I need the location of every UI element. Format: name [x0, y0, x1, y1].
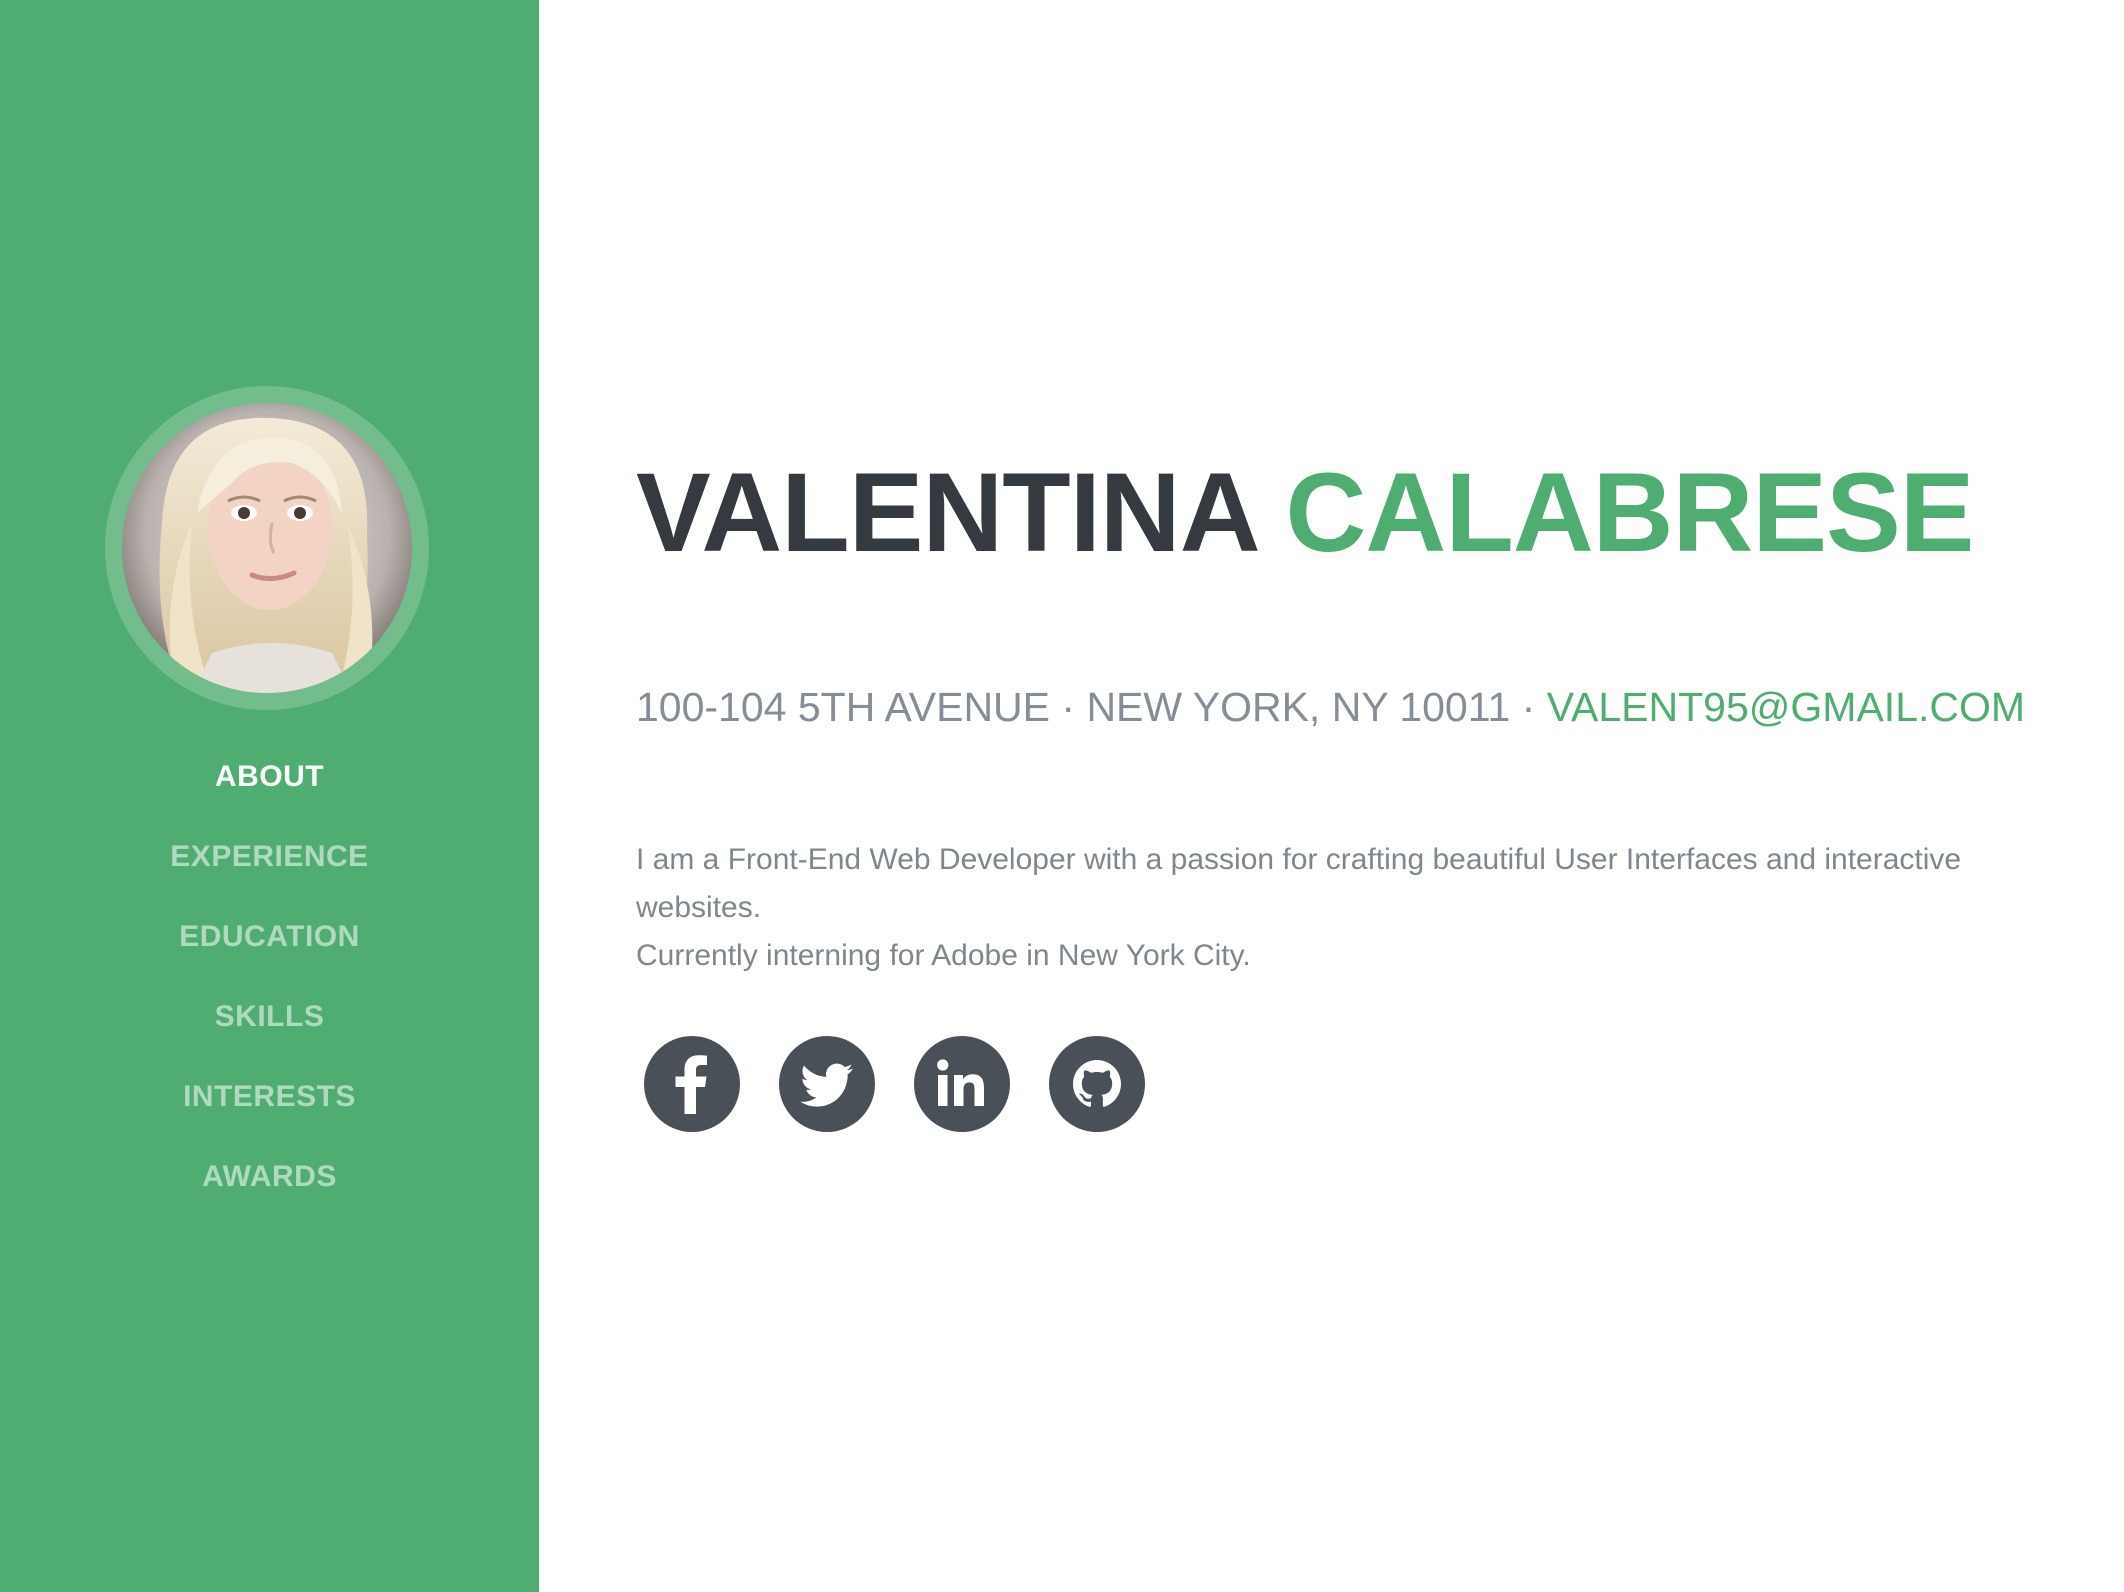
nav-item-education: EDUCATION: [0, 912, 539, 992]
nav-item-about: ABOUT: [0, 752, 539, 832]
about-section: VALENTINA CALABRESE 100-104 5TH AVENUE ·…: [636, 0, 2076, 1592]
nav-item-interests: INTERESTS: [0, 1072, 539, 1152]
avatar: [122, 403, 412, 693]
address: 100-104 5TH AVENUE · NEW YORK, NY 10011 …: [636, 684, 1547, 730]
bio: I am a Front-End Web Developer with a pa…: [636, 836, 2066, 980]
nav-link-experience[interactable]: EXPERIENCE: [170, 832, 368, 882]
facebook-icon: [675, 1055, 707, 1114]
github-icon: [1073, 1060, 1121, 1107]
facebook-button[interactable]: [644, 1036, 740, 1132]
nav-link-interests[interactable]: INTERESTS: [183, 1072, 356, 1122]
sidebar-nav: ABOUT EXPERIENCE EDUCATION SKILLS INTERE…: [0, 752, 539, 1232]
nav-item-awards: AWARDS: [0, 1152, 539, 1232]
twitter-icon: [800, 1063, 853, 1107]
nav-item-skills: SKILLS: [0, 992, 539, 1072]
last-name: CALABRESE: [1285, 450, 1975, 575]
email-link[interactable]: VALENT95@GMAIL.COM: [1547, 684, 2025, 730]
bio-line-1: I am a Front-End Web Developer with a pa…: [636, 843, 1962, 924]
nav-link-skills[interactable]: SKILLS: [215, 992, 325, 1042]
first-name: VALENTINA: [636, 450, 1256, 575]
bio-line-2: Currently interning for Adobe in New Yor…: [636, 939, 1251, 972]
twitter-button[interactable]: [779, 1036, 875, 1132]
linkedin-button[interactable]: [914, 1036, 1010, 1132]
avatar-frame: [105, 386, 429, 710]
page: ABOUT EXPERIENCE EDUCATION SKILLS INTERE…: [0, 0, 2124, 1592]
nav-link-awards[interactable]: AWARDS: [202, 1152, 337, 1202]
profile-photo: [122, 403, 412, 693]
sidebar: ABOUT EXPERIENCE EDUCATION SKILLS INTERE…: [0, 0, 539, 1592]
nav-item-experience: EXPERIENCE: [0, 832, 539, 912]
linkedin-icon: [937, 1059, 984, 1106]
page-title: VALENTINA CALABRESE: [636, 448, 1975, 578]
nav-link-about[interactable]: ABOUT: [215, 752, 324, 802]
github-button[interactable]: [1049, 1036, 1145, 1132]
nav-link-education[interactable]: EDUCATION: [179, 912, 360, 962]
contact-line: 100-104 5TH AVENUE · NEW YORK, NY 10011 …: [636, 680, 2025, 734]
